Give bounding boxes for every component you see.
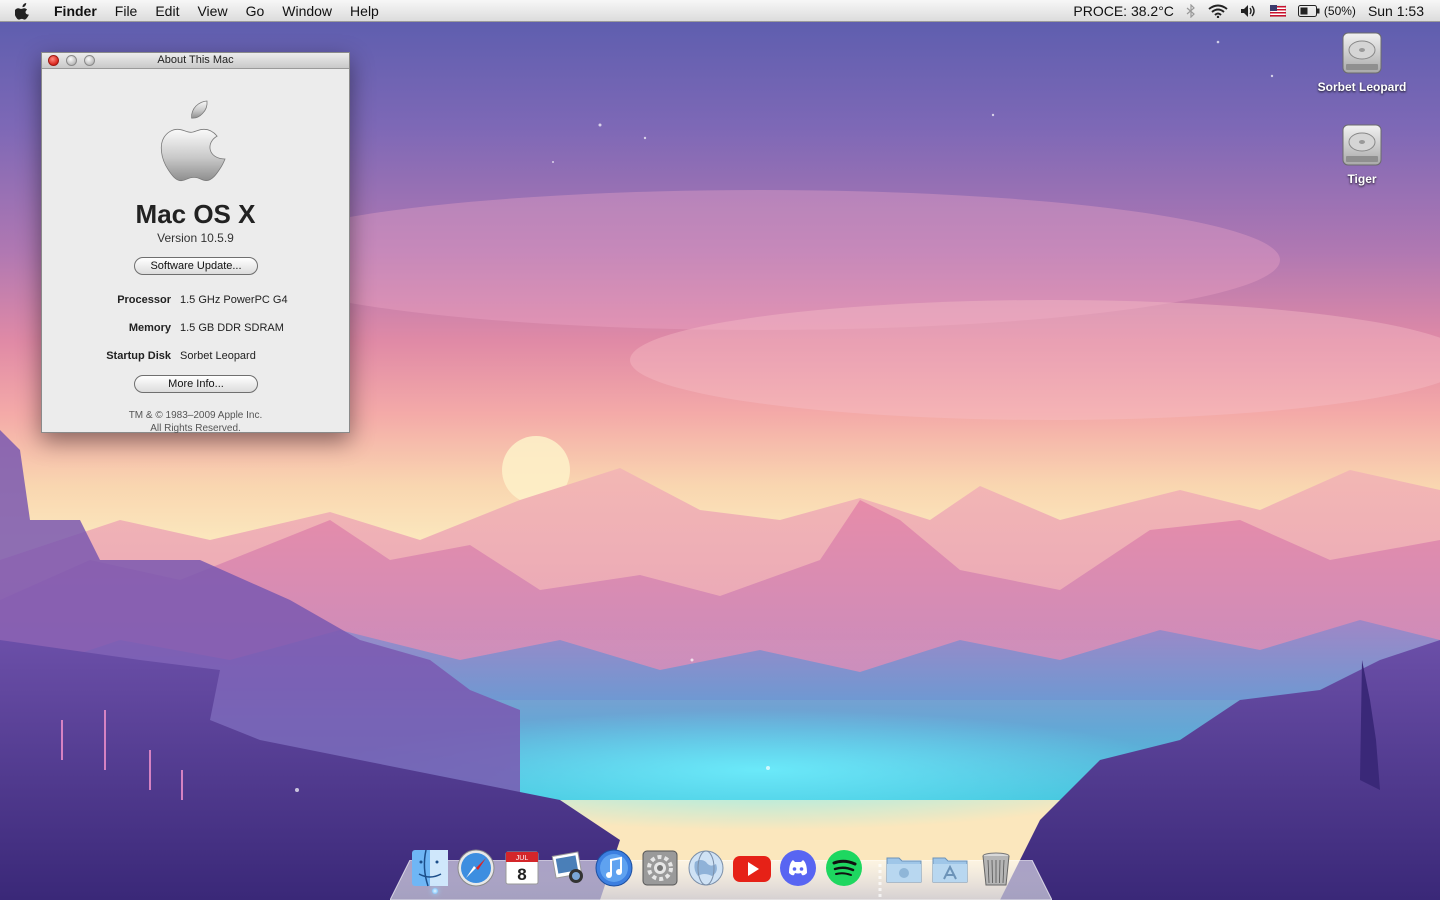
applications-stack-icon[interactable]	[930, 848, 970, 888]
desktop-icon-label: Tiger	[1347, 172, 1377, 186]
software-update-button[interactable]: Software Update...	[134, 257, 258, 275]
spec-value: 1.5 GB DDR SDRAM	[180, 322, 284, 334]
itunes-icon[interactable]	[594, 848, 634, 888]
menu-edit[interactable]: Edit	[146, 0, 188, 22]
spec-value: 1.5 GHz PowerPC G4	[180, 294, 288, 306]
window-titlebar[interactable]: About This Mac	[42, 53, 349, 69]
desktop-icon-label: Sorbet Leopard	[1317, 80, 1407, 94]
ical-month: JUL	[516, 855, 529, 862]
menu-window[interactable]: Window	[273, 0, 341, 22]
spec-row-processor: Processor 1.5 GHz PowerPC G4	[42, 294, 349, 308]
spec-label: Startup Disk	[106, 350, 171, 362]
copyright-line: All Rights Reserved.	[150, 423, 241, 434]
menubar-clock[interactable]: Sun 1:53	[1368, 3, 1424, 19]
spec-value: Sorbet Leopard	[180, 350, 256, 362]
dock: JUL 8	[410, 840, 1016, 888]
iphoto-icon[interactable]	[548, 848, 588, 888]
spec-label: Processor	[117, 294, 171, 306]
input-flag-icon[interactable]	[1269, 4, 1286, 17]
menu-go[interactable]: Go	[237, 0, 274, 22]
safari-icon[interactable]	[456, 848, 496, 888]
about-this-mac-window: About This Mac Mac OS X Version 10.5.9 S…	[41, 52, 350, 435]
wifi-icon[interactable]	[1208, 4, 1228, 18]
network-globe-icon[interactable]	[686, 848, 726, 888]
youtube-icon[interactable]	[732, 848, 772, 888]
battery-status[interactable]: (50%)	[1297, 3, 1356, 18]
desktop-icon-sorbet-leopard[interactable]: Sorbet Leopard	[1302, 30, 1422, 94]
system-preferences-icon[interactable]	[640, 848, 680, 888]
bluetooth-icon[interactable]	[1186, 3, 1196, 18]
apple-menu-button[interactable]	[0, 0, 46, 22]
battery-icon	[1297, 4, 1320, 17]
menu-view[interactable]: View	[188, 0, 236, 22]
os-version: Version 10.5.9	[157, 231, 234, 245]
more-info-button[interactable]: More Info...	[134, 375, 258, 393]
apple-logo-icon	[160, 100, 226, 182]
copyright-notice: TM & © 1983–2009 Apple Inc. All Rights R…	[42, 409, 349, 435]
hard-drive-icon	[1342, 32, 1382, 74]
cpu-temperature-status[interactable]: PROCE: 38.2°C	[1073, 3, 1174, 19]
desktop-icon-tiger[interactable]: Tiger	[1302, 122, 1422, 186]
spec-row-startup-disk: Startup Disk Sorbet Leopard	[42, 350, 349, 364]
discord-icon[interactable]	[778, 848, 818, 888]
menu-app-finder[interactable]: Finder	[46, 0, 106, 22]
os-name: Mac OS X	[135, 199, 256, 229]
apple-icon	[15, 2, 29, 20]
dock-running-indicator	[432, 888, 438, 894]
spec-row-memory: Memory 1.5 GB DDR SDRAM	[42, 322, 349, 336]
copyright-line: TM & © 1983–2009 Apple Inc.	[128, 410, 263, 421]
battery-percent: (50%)	[1323, 3, 1356, 18]
finder-icon[interactable]	[410, 848, 450, 888]
spec-label: Memory	[128, 322, 171, 334]
menu-file[interactable]: File	[106, 0, 147, 22]
trash-icon[interactable]	[976, 848, 1016, 888]
hard-drive-icon	[1342, 124, 1382, 166]
ical-icon[interactable]: JUL 8	[502, 848, 542, 888]
documents-stack-icon[interactable]	[884, 848, 924, 888]
menu-help[interactable]: Help	[341, 0, 388, 22]
window-title: About This Mac	[157, 54, 234, 66]
volume-icon[interactable]	[1240, 4, 1258, 18]
menu-bar: Finder File Edit View Go Window Help PRO…	[0, 0, 1440, 22]
ical-day: 8	[517, 865, 526, 884]
spotify-icon[interactable]	[824, 848, 864, 888]
